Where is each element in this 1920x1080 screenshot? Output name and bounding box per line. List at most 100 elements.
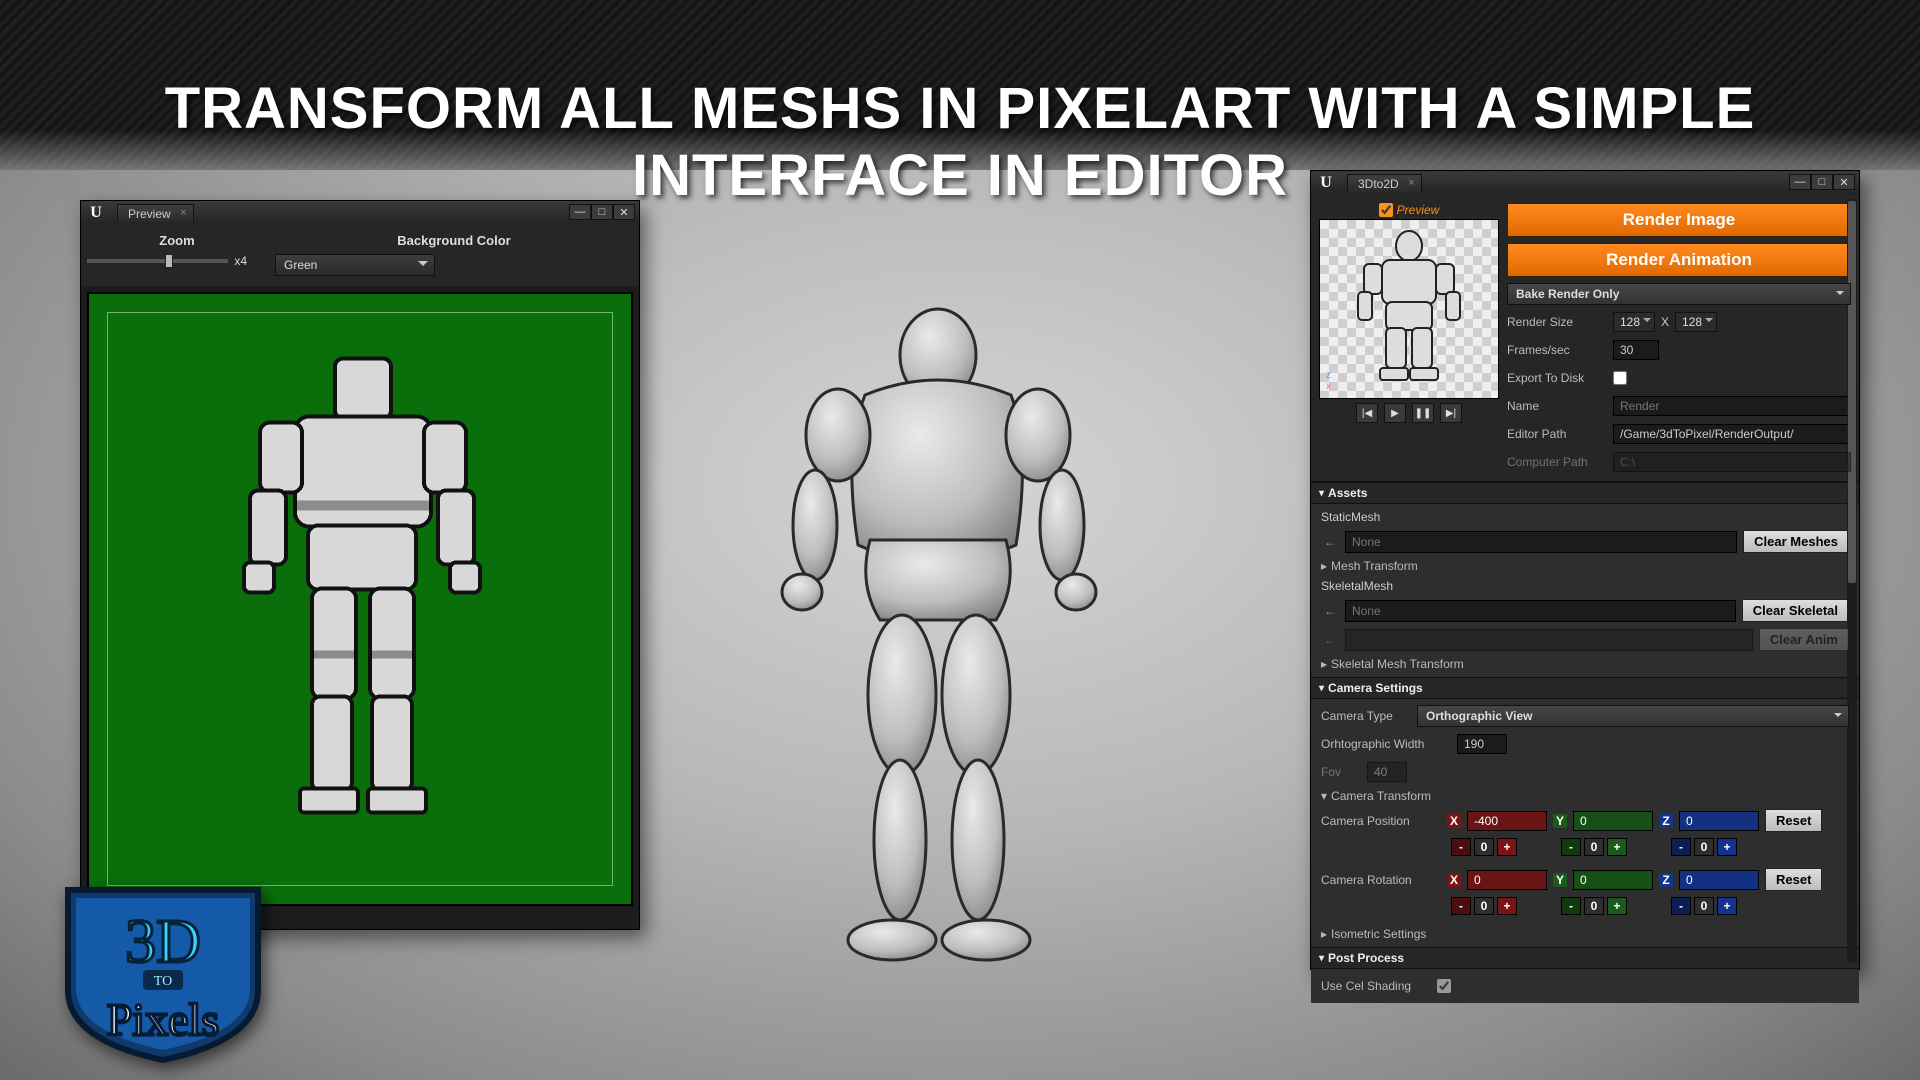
chevron-down-icon xyxy=(1834,713,1842,721)
pos-y-zero[interactable]: 0 xyxy=(1584,838,1604,856)
postprocess-header[interactable]: ▾Post Process xyxy=(1311,947,1859,969)
axis-y-label: Y xyxy=(1553,814,1567,828)
fov-label: Fov xyxy=(1321,765,1361,779)
skip-back-button[interactable]: |◀ xyxy=(1356,403,1378,423)
preview-tab[interactable]: Preview × xyxy=(117,204,194,222)
rot-x-minus[interactable]: - xyxy=(1451,897,1471,915)
close-icon[interactable]: × xyxy=(180,207,186,219)
main-window: U 3Dto2D × — □ ✕ Preview xyxy=(1310,170,1860,970)
maximize-button[interactable]: □ xyxy=(1811,174,1833,190)
pos-y-input[interactable] xyxy=(1573,811,1653,831)
zoom-value: x4 xyxy=(234,254,247,268)
triangle-right-icon: ▸ xyxy=(1321,657,1327,671)
cel-shading-checkbox[interactable] xyxy=(1437,979,1451,993)
scrollbar[interactable] xyxy=(1847,199,1857,963)
fov-input xyxy=(1367,762,1407,782)
pos-y-plus[interactable]: + xyxy=(1607,838,1627,856)
camera-type-label: Camera Type xyxy=(1321,709,1411,723)
size-sep: X xyxy=(1661,315,1669,329)
main-titlebar[interactable]: U 3Dto2D × — □ ✕ xyxy=(1311,171,1859,195)
preview-viewport[interactable] xyxy=(88,293,632,905)
axis-gizmo-icon: zx xyxy=(1326,370,1331,392)
camera-settings-header[interactable]: ▾Camera Settings xyxy=(1311,677,1859,699)
bgcolor-value: Green xyxy=(284,258,317,272)
zoom-slider[interactable] xyxy=(87,259,228,263)
minimize-button[interactable]: — xyxy=(569,204,591,220)
export-disk-checkbox[interactable] xyxy=(1613,371,1627,385)
skeletalmesh-input[interactable] xyxy=(1345,600,1736,622)
rot-y-minus[interactable]: - xyxy=(1561,897,1581,915)
name-input[interactable] xyxy=(1613,396,1851,416)
ortho-width-input[interactable] xyxy=(1457,734,1507,754)
mesh-transform-header[interactable]: ▸Mesh Transform xyxy=(1321,559,1849,573)
close-icon[interactable]: × xyxy=(1408,177,1414,189)
close-button[interactable]: ✕ xyxy=(1833,174,1855,190)
pos-reset-button[interactable]: Reset xyxy=(1765,809,1822,832)
preview-window: U Preview × — □ ✕ Zoom x4 Background Col… xyxy=(80,200,640,930)
main-tab[interactable]: 3Dto2D × xyxy=(1347,174,1422,192)
preview-titlebar[interactable]: U Preview × — □ ✕ xyxy=(81,201,639,225)
rot-z-zero[interactable]: 0 xyxy=(1694,897,1714,915)
maximize-button[interactable]: □ xyxy=(591,204,613,220)
pos-x-minus[interactable]: - xyxy=(1451,838,1471,856)
render-thumbnail[interactable]: zx xyxy=(1319,219,1499,399)
pos-y-minus[interactable]: - xyxy=(1561,838,1581,856)
rot-z-minus[interactable]: - xyxy=(1671,897,1691,915)
isometric-settings-header[interactable]: ▸Isometric Settings xyxy=(1321,927,1849,941)
skeletal-mesh-transform-header[interactable]: ▸Skeletal Mesh Transform xyxy=(1321,657,1849,671)
pos-z-input[interactable] xyxy=(1679,811,1759,831)
back-arrow-icon[interactable]: ← xyxy=(1321,533,1339,551)
rot-x-plus[interactable]: + xyxy=(1497,897,1517,915)
rot-y-plus[interactable]: + xyxy=(1607,897,1627,915)
render-animation-button[interactable]: Render Animation xyxy=(1507,243,1851,277)
back-arrow-icon: ← xyxy=(1321,631,1339,649)
zoom-label: Zoom xyxy=(87,233,267,248)
camera-type-value: Orthographic View xyxy=(1426,709,1532,723)
render-height-dropdown[interactable]: 128 xyxy=(1675,312,1717,332)
pos-z-minus[interactable]: - xyxy=(1671,838,1691,856)
staticmesh-input[interactable] xyxy=(1345,531,1737,553)
rot-z-input[interactable] xyxy=(1679,870,1759,890)
pause-button[interactable]: ❚❚ xyxy=(1412,403,1434,423)
cel-shading-row[interactable]: Use Cel Shading xyxy=(1321,975,1849,997)
rot-reset-button[interactable]: Reset xyxy=(1765,868,1822,891)
camera-type-dropdown[interactable]: Orthographic View xyxy=(1417,705,1849,727)
render-width-dropdown[interactable]: 128 xyxy=(1613,312,1655,332)
pos-z-plus[interactable]: + xyxy=(1717,838,1737,856)
rot-x-zero[interactable]: 0 xyxy=(1474,897,1494,915)
pos-x-input[interactable] xyxy=(1467,811,1547,831)
fps-label: Frames/sec xyxy=(1507,343,1607,357)
unreal-logo-icon: U xyxy=(1315,172,1337,194)
bgcolor-dropdown[interactable]: Green xyxy=(275,254,435,276)
skip-forward-button[interactable]: ▶| xyxy=(1440,403,1462,423)
pos-z-zero[interactable]: 0 xyxy=(1694,838,1714,856)
axis-x-label: X xyxy=(1447,814,1461,828)
clear-meshes-button[interactable]: Clear Meshes xyxy=(1743,530,1849,553)
bake-mode-dropdown[interactable]: Bake Render Only xyxy=(1507,283,1851,305)
camera-transform-header[interactable]: ▾Camera Transform xyxy=(1321,789,1849,803)
computer-path-input xyxy=(1613,452,1851,472)
rot-y-input[interactable] xyxy=(1573,870,1653,890)
minimize-button[interactable]: — xyxy=(1789,174,1811,190)
export-disk-label: Export To Disk xyxy=(1507,371,1607,385)
editor-path-input[interactable] xyxy=(1613,424,1851,444)
fps-input[interactable] xyxy=(1613,340,1659,360)
close-button[interactable]: ✕ xyxy=(613,204,635,220)
play-button[interactable]: ▶ xyxy=(1384,403,1406,423)
clear-skeletal-button[interactable]: Clear Skeletal xyxy=(1742,599,1849,622)
pos-x-plus[interactable]: + xyxy=(1497,838,1517,856)
axis-x-label: X xyxy=(1447,873,1461,887)
preview-checkbox[interactable]: Preview xyxy=(1319,203,1499,217)
rot-y-zero[interactable]: 0 xyxy=(1584,897,1604,915)
rot-x-input[interactable] xyxy=(1467,870,1547,890)
pos-x-zero[interactable]: 0 xyxy=(1474,838,1494,856)
rot-z-plus[interactable]: + xyxy=(1717,897,1737,915)
render-image-button[interactable]: Render Image xyxy=(1507,203,1851,237)
ortho-width-label: Orhtographic Width xyxy=(1321,737,1451,751)
triangle-right-icon: ▸ xyxy=(1321,927,1327,941)
back-arrow-icon[interactable]: ← xyxy=(1321,602,1339,620)
assets-header[interactable]: ▾Assets xyxy=(1311,482,1859,504)
product-badge: 3D TO Pixels xyxy=(48,870,278,1070)
axis-z-label: Z xyxy=(1659,814,1673,828)
bgcolor-label: Background Color xyxy=(275,233,633,248)
